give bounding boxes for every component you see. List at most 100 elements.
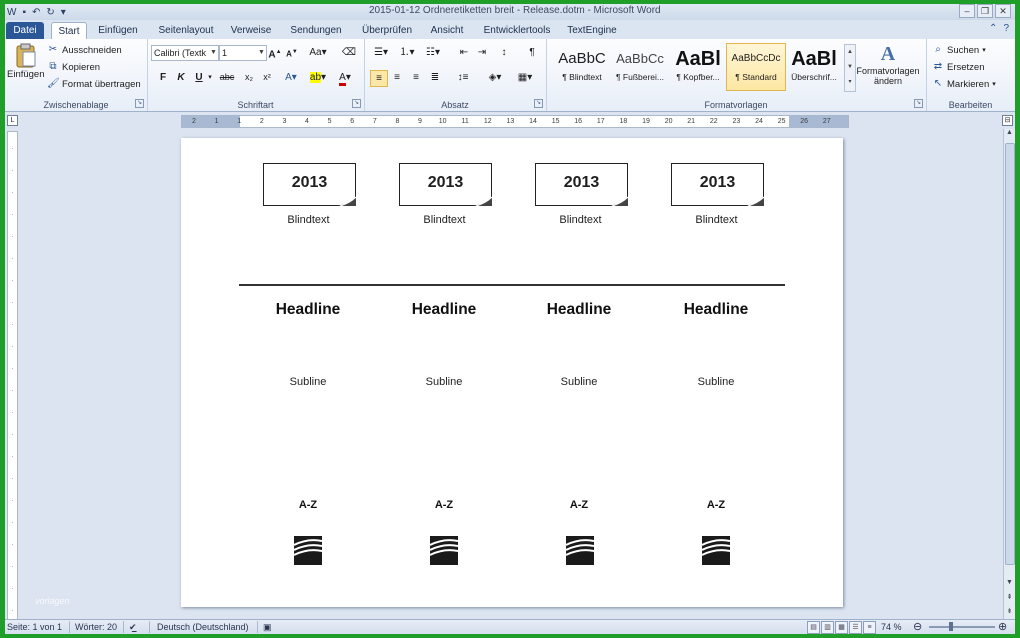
zoom-out-icon[interactable]: ⊖	[913, 620, 922, 633]
scroll-down-icon[interactable]: ▼	[1005, 579, 1014, 589]
find-button[interactable]: ⌕ Suchen ▾	[932, 44, 986, 56]
underline-dropdown-icon[interactable]: ▾	[205, 70, 215, 85]
close-icon[interactable]: ✕	[995, 4, 1011, 18]
draft-view-icon[interactable]: ≡	[863, 621, 876, 634]
scroll-thumb[interactable]	[1005, 143, 1015, 565]
sort-button[interactable]: ↕	[496, 45, 512, 60]
tab-home[interactable]: Start	[51, 22, 87, 40]
group-label-editing: Bearbeiten	[948, 100, 993, 110]
styles-launcher[interactable]: ↘	[914, 99, 923, 108]
status-language[interactable]: Deutsch (Deutschland)	[157, 622, 249, 632]
label-caption: Blindtext	[559, 214, 602, 226]
zoom-slider-thumb[interactable]	[949, 622, 953, 631]
next-page-icon[interactable]: ⇟	[1005, 607, 1014, 617]
macro-record-icon[interactable]: ▣	[263, 622, 272, 633]
clipboard-launcher[interactable]: ↘	[135, 99, 144, 108]
ruler-number: 1	[214, 118, 219, 125]
tab-file[interactable]: Datei	[6, 22, 44, 39]
shrink-font-button[interactable]: A▼	[284, 45, 300, 60]
redo-icon[interactable]: ↻	[46, 7, 54, 18]
superscript-button[interactable]: x²	[259, 70, 275, 85]
font-launcher[interactable]: ↘	[352, 99, 361, 108]
undo-icon[interactable]: ↶	[32, 7, 40, 18]
style-blindtext[interactable]: AaBbC ¶ Blindtext	[552, 43, 612, 91]
text-effects-button[interactable]: A▾	[283, 70, 299, 85]
web-layout-icon[interactable]: ▦	[835, 621, 848, 634]
restore-icon[interactable]: ❐	[977, 4, 993, 18]
align-center-button[interactable]: ≡	[389, 70, 405, 85]
copy-button[interactable]: ⧉ Kopieren	[47, 61, 100, 73]
label-headline: Headline	[546, 301, 612, 318]
replace-button[interactable]: ⇄ Ersetzen	[932, 61, 985, 73]
tab-references[interactable]: Verweise	[227, 22, 275, 39]
outline-view-icon[interactable]: ☰	[849, 621, 862, 634]
minimize-ribbon-icon[interactable]: ⌃	[989, 23, 997, 34]
zoom-level[interactable]: 74 %	[881, 622, 902, 632]
align-left-button[interactable]: ≡	[370, 70, 388, 87]
ruler-number: 4	[305, 118, 309, 125]
horizontal-ruler[interactable]: 2 1 1 2 3 4 5 6 7 8 9 10 11 12 13 14 15 16 17 18 19 20 21 22 23 2…	[181, 115, 849, 128]
tab-view[interactable]: Ansicht	[425, 22, 469, 39]
clear-formatting-icon[interactable]: ⌫	[341, 45, 357, 60]
decrease-indent-button[interactable]: ⇤	[456, 45, 472, 60]
shading-button[interactable]: ◈▾	[484, 70, 506, 85]
tab-page-layout[interactable]: Seitenlayout	[155, 22, 217, 39]
show-formatting-button[interactable]: ¶	[524, 45, 540, 60]
full-screen-reading-icon[interactable]: ▥	[821, 621, 834, 634]
tab-textengine[interactable]: TextEngine	[563, 22, 621, 39]
format-painter-button[interactable]: 🖌 Format übertragen	[47, 78, 141, 90]
subscript-button[interactable]: x₂	[241, 70, 257, 85]
tab-review[interactable]: Überprüfen	[357, 22, 417, 39]
strikethrough-button[interactable]: abc	[217, 70, 237, 85]
line-spacing-button[interactable]: ↕≡	[452, 70, 474, 85]
ruler-number: 26	[800, 118, 809, 125]
font-size-select[interactable]: 1 ▼	[219, 45, 267, 61]
document-page[interactable]: 2013 Blindtext Headline Subline A-Z 2013 Blind…	[181, 138, 843, 607]
status-page[interactable]: Seite: 1 von 1	[7, 622, 62, 632]
vertical-scrollbar[interactable]: ▲ ▼ ⇞ ⇟	[1003, 129, 1015, 619]
spellcheck-icon[interactable]: ✔̲	[129, 622, 137, 633]
highlight-button[interactable]: ab▾	[307, 70, 329, 85]
font-name-select[interactable]: Calibri (Textk ▼	[151, 45, 219, 61]
customize-qat-icon[interactable]: ▾	[61, 7, 66, 18]
page-curl-icon	[472, 196, 492, 206]
chevron-down-icon: ▼	[210, 49, 217, 56]
font-color-button[interactable]: A▾	[335, 70, 355, 86]
italic-button[interactable]: K	[173, 70, 189, 85]
view-ruler-button[interactable]: ⊟	[1002, 115, 1013, 126]
style-ueberschrift[interactable]: AaBl Überschrif...	[784, 43, 844, 91]
style-standard[interactable]: AaBbCcDc ¶ Standard	[726, 43, 786, 91]
tab-mailings[interactable]: Sendungen	[287, 22, 345, 39]
horizontal-divider	[239, 284, 785, 286]
status-words[interactable]: Wörter: 20	[75, 622, 117, 632]
align-right-button[interactable]: ≡	[408, 70, 424, 85]
paste-button[interactable]: Einfügen	[7, 43, 45, 80]
cut-button[interactable]: ✂ Ausschneiden	[47, 44, 122, 56]
zoom-in-icon[interactable]: ⊕	[998, 620, 1007, 633]
previous-page-icon[interactable]: ⇞	[1005, 593, 1014, 603]
bold-button[interactable]: F	[155, 70, 171, 85]
select-button[interactable]: ↖ Markieren ▾	[932, 78, 996, 90]
grow-font-button[interactable]: A▲	[267, 45, 283, 60]
style-kopfbereich[interactable]: AaBl ¶ Kopfber...	[668, 43, 728, 91]
numbering-button[interactable]: ⒈▾	[396, 45, 418, 60]
print-layout-view-icon[interactable]: ▤	[807, 621, 820, 634]
bullets-button[interactable]: ☰▾	[370, 45, 392, 60]
justify-button[interactable]: ≣	[427, 70, 443, 85]
borders-button[interactable]: ▦▾	[514, 70, 536, 85]
zoom-slider[interactable]	[929, 626, 995, 628]
change-case-button[interactable]: Aa▾	[307, 45, 329, 60]
help-icon[interactable]: ?	[1003, 23, 1009, 34]
tab-developer[interactable]: Entwicklertools	[479, 22, 555, 39]
change-styles-button[interactable]: A Formatvorlagen ändern	[854, 43, 922, 86]
tab-selector[interactable]: L	[7, 115, 18, 126]
vertical-ruler[interactable]: · · · · · · · · · · · · · · · · · · · · · ·	[7, 131, 18, 620]
minimize-icon[interactable]: –	[959, 4, 975, 18]
save-icon[interactable]: ▪	[22, 7, 26, 18]
paragraph-launcher[interactable]: ↘	[534, 99, 543, 108]
increase-indent-button[interactable]: ⇥	[474, 45, 490, 60]
style-fussbereich[interactable]: AaBbCc ¶ Fußberei...	[610, 43, 670, 91]
tab-insert[interactable]: Einfügen	[93, 22, 143, 39]
scroll-up-icon[interactable]: ▲	[1005, 129, 1014, 139]
multilevel-list-button[interactable]: ☷▾	[422, 45, 444, 60]
